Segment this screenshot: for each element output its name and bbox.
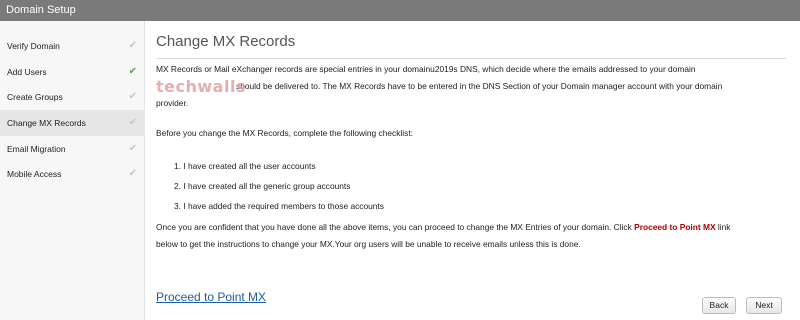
intro-line-1: MX Records or Mail eXchanger records are…	[156, 64, 696, 74]
sidebar-item-email-migration[interactable]: Email Migration ✔	[0, 136, 145, 162]
check-icon: ✔	[128, 66, 137, 77]
sidebar: Verify Domain ✔ Add Users ✔ Create Group…	[0, 21, 145, 320]
sidebar-item-label: Email Migration	[7, 144, 66, 154]
proceed-inline-link[interactable]: Proceed to Point MX	[634, 222, 715, 232]
instructions-text: Once you are confident that you have don…	[156, 222, 632, 232]
instructions-line-1: Once you are confident that you have don…	[156, 219, 786, 236]
sidebar-item-label: Change MX Records	[7, 118, 86, 128]
intro-line-3: provider.	[156, 98, 189, 108]
sidebar-item-create-groups[interactable]: Create Groups ✔	[0, 84, 145, 110]
instructions-line-2: below to get the instructions to change …	[156, 239, 581, 249]
check-icon: ✔	[128, 143, 137, 154]
checklist-item: 2. I have created all the generic group …	[174, 181, 351, 191]
sidebar-item-mobile-access[interactable]: Mobile Access ✔	[0, 161, 145, 187]
checklist-item: 3. I have added the required members to …	[174, 201, 384, 211]
sidebar-item-label: Mobile Access	[7, 169, 62, 179]
check-icon: ✔	[128, 168, 137, 179]
checklist: 1. I have created all the user accounts …	[174, 156, 774, 216]
techwalls-watermark-logo: techwalls	[156, 79, 245, 97]
checklist-item: 1. I have created all the user accounts	[174, 161, 316, 171]
page-title: Change MX Records	[156, 33, 786, 59]
window-title: Domain Setup	[0, 0, 800, 21]
back-button[interactable]: Back	[702, 297, 736, 314]
sidebar-item-label: Create Groups	[7, 92, 63, 102]
instructions-text: link	[717, 222, 731, 232]
proceed-to-point-mx-link[interactable]: Proceed to Point MX	[156, 290, 266, 304]
check-icon: ✔	[128, 91, 137, 102]
checklist-intro: Before you change the MX Records, comple…	[156, 128, 413, 138]
sidebar-item-add-users[interactable]: Add Users ✔	[0, 59, 145, 85]
next-button[interactable]: Next	[746, 297, 782, 314]
sidebar-item-label: Add Users	[7, 67, 47, 77]
check-icon: ✔	[128, 117, 137, 128]
sidebar-item-label: Verify Domain	[7, 41, 60, 51]
sidebar-item-verify-domain[interactable]: Verify Domain ✔	[0, 33, 145, 59]
check-icon: ✔	[128, 40, 137, 51]
watermark-text: techwalls	[156, 77, 246, 96]
intro-line-2: should be delivered to. The MX Records h…	[236, 81, 723, 91]
sidebar-item-change-mx-records[interactable]: Change MX Records ✔	[0, 110, 145, 136]
